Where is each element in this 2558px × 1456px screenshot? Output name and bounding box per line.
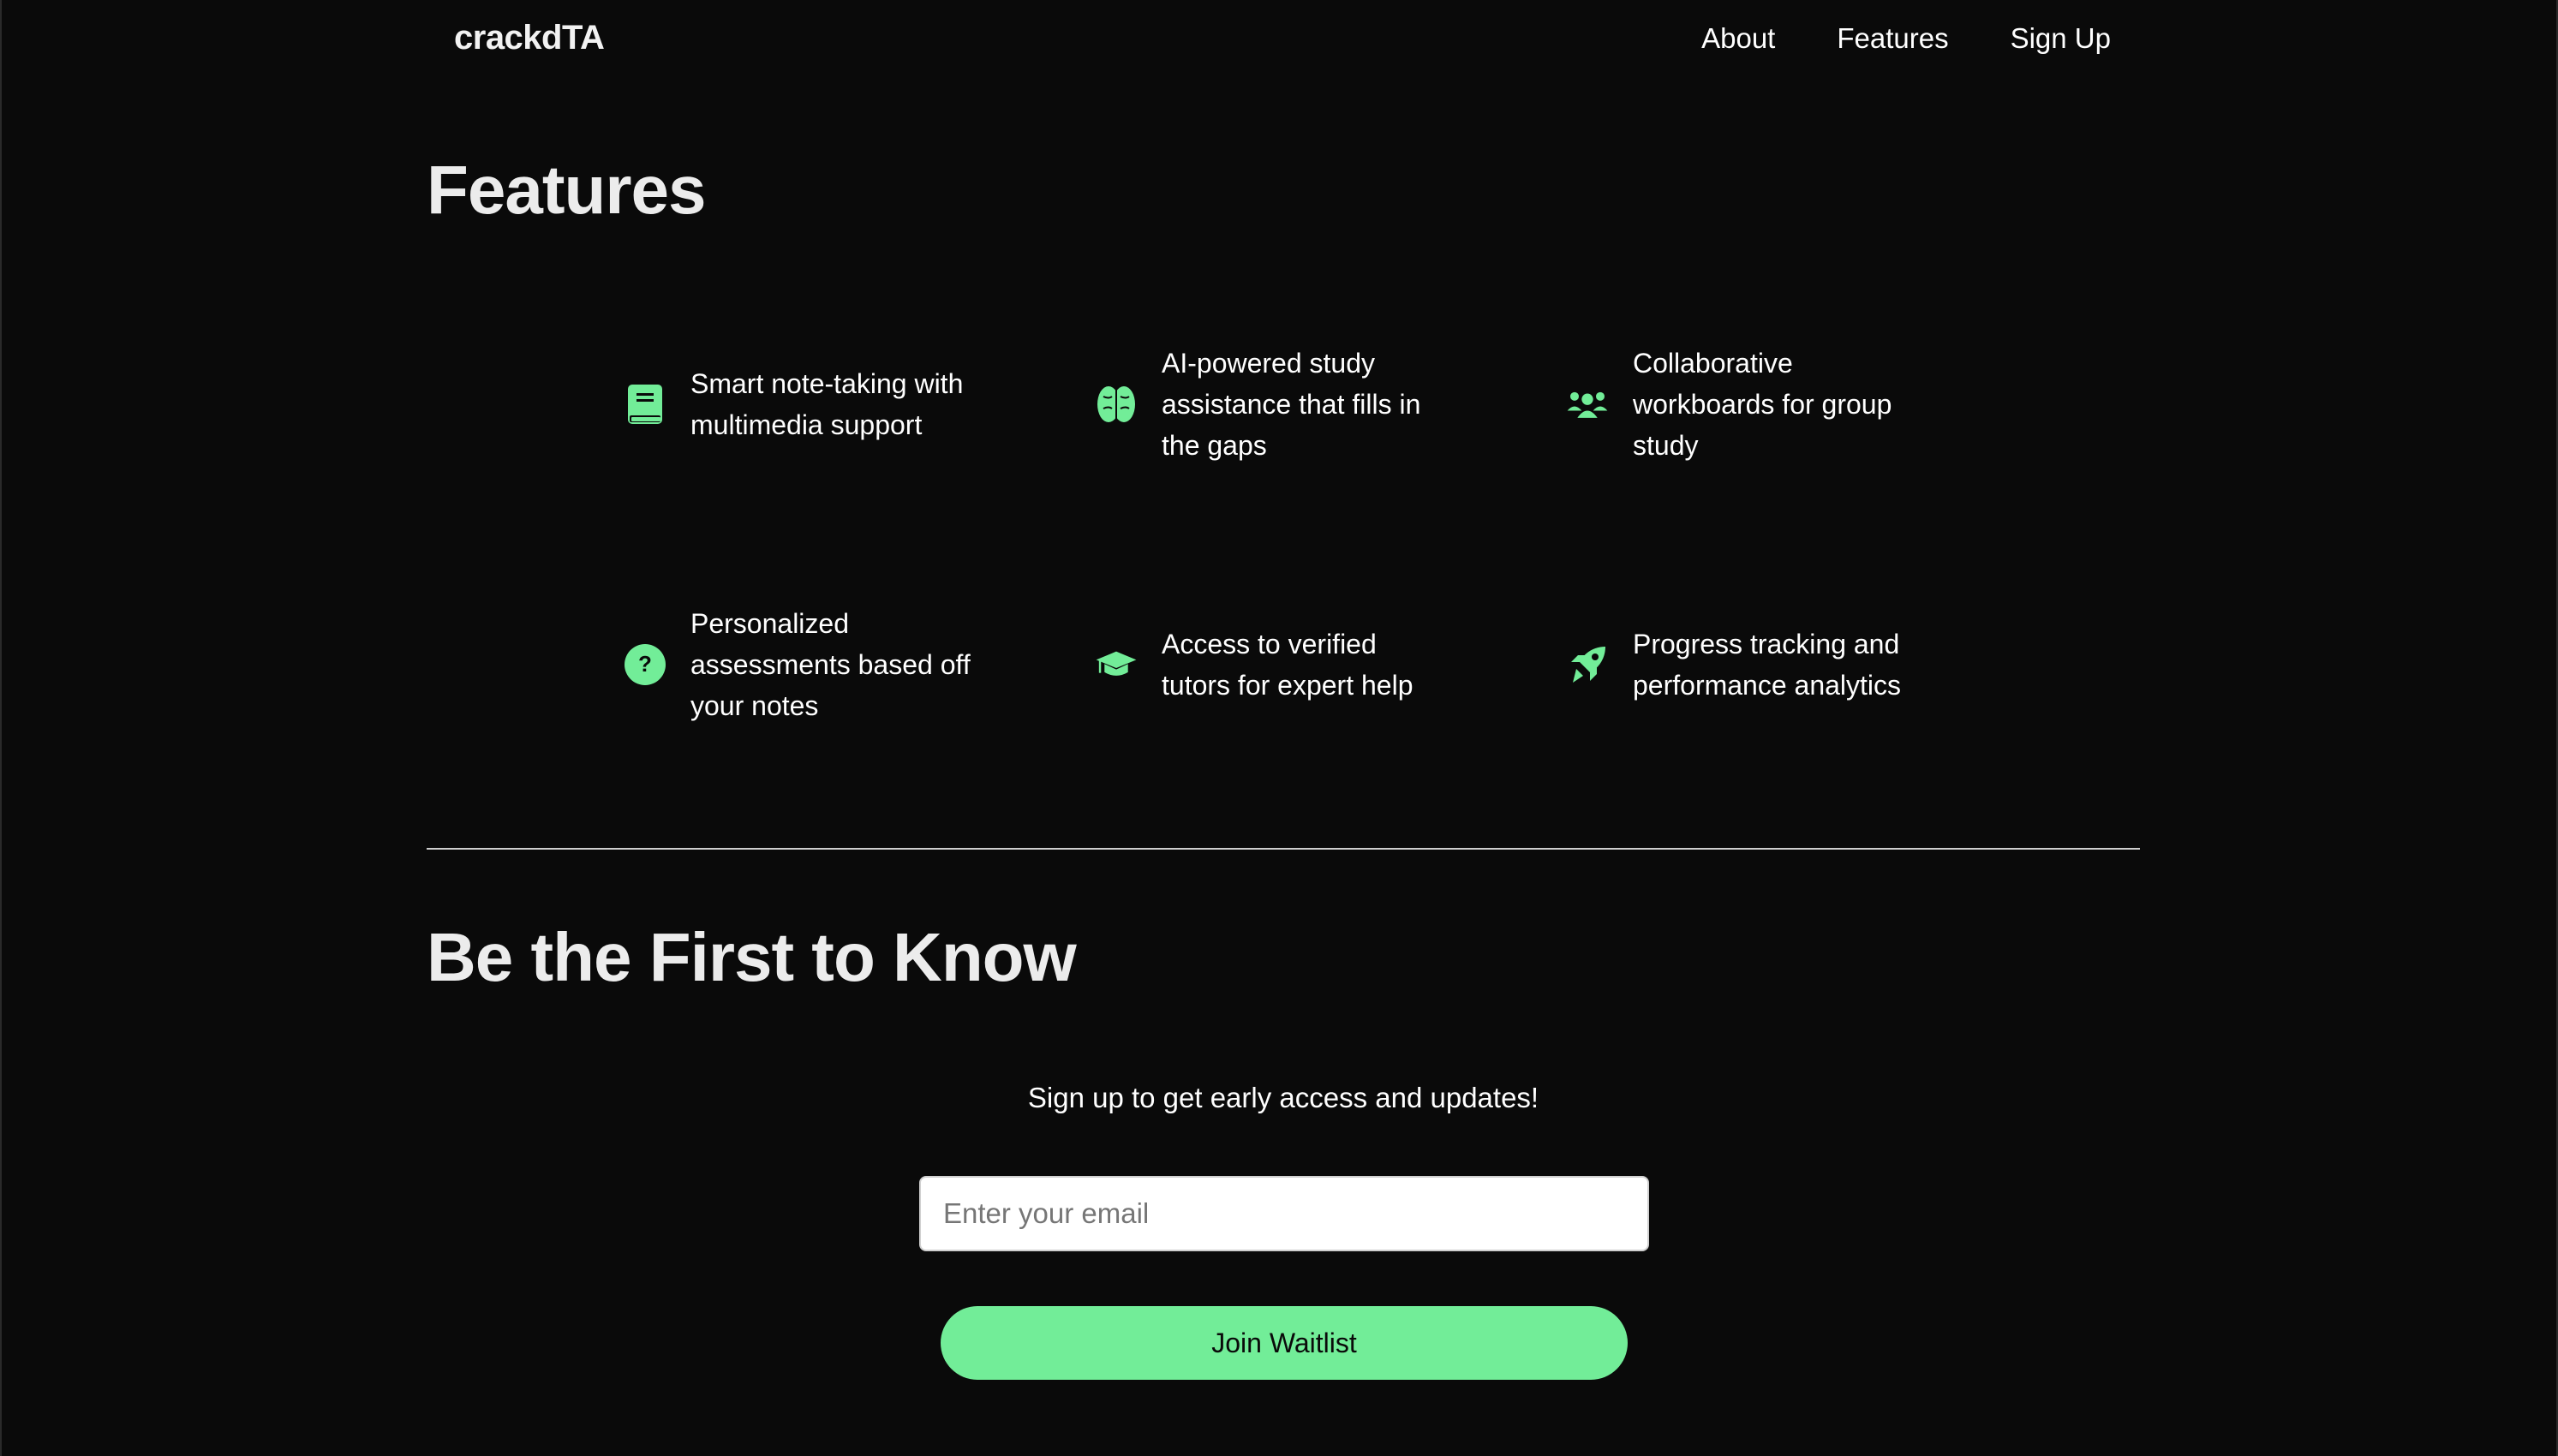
svg-text:?: ? [638,651,652,677]
brand-logo[interactable]: crackdTA [454,19,605,57]
section-divider [427,848,2140,850]
signup-subtitle: Sign up to get early access and updates! [1027,1082,1539,1113]
features-heading: Features [427,152,706,228]
page: crackdTA About Features Sign Up Features… [0,0,2558,1456]
nav-link-about[interactable]: About [1701,22,1775,55]
top-nav: About Features Sign Up [1701,22,2111,55]
feature-item-note-taking: Smart note-taking with multimedia suppor… [624,363,1033,445]
feature-text: Personalized assessments based off your … [690,608,971,721]
feature-item-tutors: Access to verified tutors for expert hel… [1095,624,1444,706]
question-circle-icon: ? [624,643,666,686]
signup-heading: Be the First to Know [427,919,1077,995]
feature-item-progress: Progress tracking and performance analyt… [1566,624,1941,706]
feature-text: Access to verified tutors for expert hel… [1162,629,1413,701]
feature-text: Collaborative workboards for group study [1633,348,1892,461]
feature-text: AI-powered study assistance that fills i… [1162,348,1421,461]
graduation-cap-icon [1095,643,1138,686]
nav-link-sign-up[interactable]: Sign Up [2011,22,2111,55]
nav-link-features[interactable]: Features [1837,22,1948,55]
email-input[interactable] [919,1176,1649,1251]
book-icon [624,383,666,426]
feature-text: Smart note-taking with multimedia suppor… [690,368,964,440]
feature-text: Progress tracking and performance analyt… [1633,629,1902,701]
brain-icon [1095,383,1138,426]
feature-item-ai-assistance: AI-powered study assistance that fills i… [1095,343,1444,466]
rocket-icon [1566,643,1609,686]
feature-item-assessments: ? Personalized assessments based off you… [624,603,999,726]
feature-item-collaborative: Collaborative workboards for group study [1566,343,1916,466]
join-waitlist-button[interactable]: Join Waitlist [941,1306,1628,1380]
users-icon [1566,383,1609,426]
